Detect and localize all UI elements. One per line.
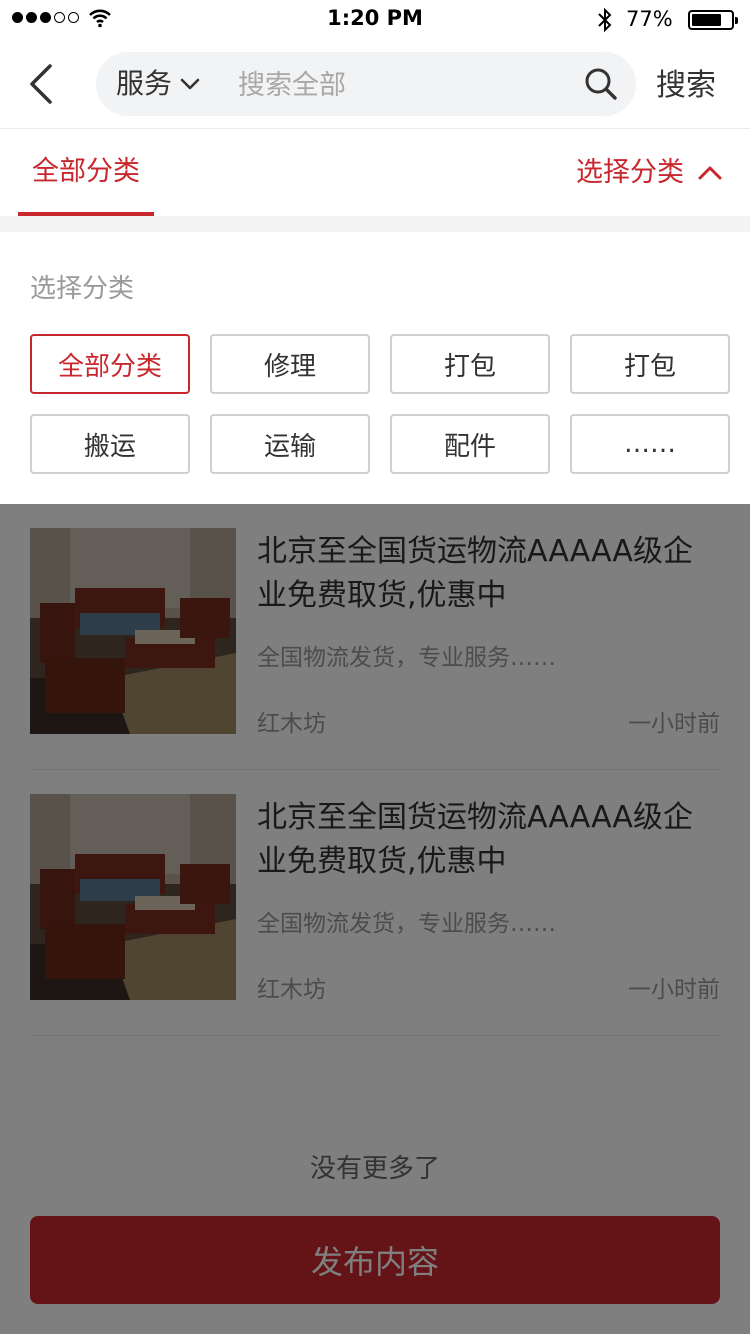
category-option-packing[interactable]: 打包 [390, 334, 550, 394]
category-option-parts[interactable]: 配件 [390, 414, 550, 474]
section-divider [0, 216, 750, 232]
chevron-up-icon [698, 166, 722, 179]
status-bar: 1:20 PM 77% [0, 0, 750, 40]
search-bar: 服务 [96, 52, 636, 116]
category-option-packing-2[interactable]: 打包 [570, 334, 730, 394]
panel-title: 选择分类 [30, 274, 135, 304]
chevron-down-icon [180, 78, 200, 90]
search-input[interactable] [236, 60, 570, 110]
tab-all-label: 全部分类 [32, 156, 140, 187]
search-scope-label: 服务 [116, 67, 173, 100]
category-tabs: 全部分类 选择分类 [0, 128, 750, 216]
bluetooth-icon [598, 7, 612, 33]
search-scope-dropdown[interactable]: 服务 [116, 52, 200, 116]
tab-all-categories[interactable]: 全部分类 [18, 129, 154, 216]
chevron-left-icon [30, 64, 52, 104]
category-option-all[interactable]: 全部分类 [30, 334, 190, 394]
search-icon[interactable] [584, 67, 618, 101]
category-option-transport[interactable]: 运输 [210, 414, 370, 474]
back-button[interactable] [26, 62, 58, 106]
dim-overlay[interactable] [0, 504, 750, 1334]
battery-icon [688, 10, 738, 30]
category-dropdown-panel: 选择分类 全部分类 修理 打包 打包 搬运 运输 配件 …… [0, 232, 750, 504]
search-header: 服务 搜索 [0, 40, 750, 128]
category-options: 全部分类 修理 打包 打包 搬运 运输 配件 …… [30, 334, 730, 474]
tab-select-label: 选择分类 [576, 156, 684, 188]
category-option-moving[interactable]: 搬运 [30, 414, 190, 474]
category-option-more[interactable]: …… [570, 414, 730, 474]
battery-percentage: 77% [626, 7, 673, 31]
search-button[interactable]: 搜索 [656, 60, 716, 104]
category-option-repair[interactable]: 修理 [210, 334, 370, 394]
tab-select-category[interactable]: 选择分类 [576, 129, 722, 216]
